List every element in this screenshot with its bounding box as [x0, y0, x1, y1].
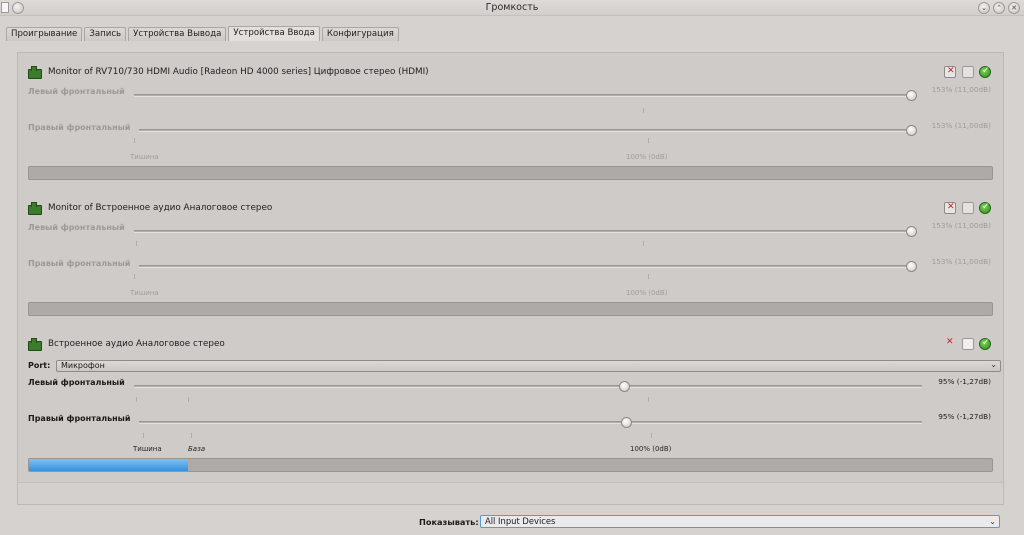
tick-100	[643, 108, 644, 113]
tab-configuration[interactable]: Конфигурация	[321, 27, 399, 41]
tick-silence	[134, 138, 135, 143]
mark-100: 100% (0dB)	[630, 445, 672, 453]
mark-silence: Тишина	[130, 289, 159, 297]
mark-100: 100% (0dB)	[626, 289, 668, 297]
channel-label-right: Правый фронтальный	[28, 123, 131, 132]
volume-slider-right[interactable]	[139, 129, 916, 132]
channel-value-right: 95% (-1,27dB)	[938, 412, 991, 421]
channel-label-left: Левый фронтальный	[28, 223, 125, 232]
device-name: Встроенное аудио Аналоговое стерео	[48, 339, 225, 349]
channel-value-left: 153% (11,00dB)	[931, 85, 991, 94]
volume-slider-left[interactable]	[134, 385, 922, 388]
port-row: Port: Микрофон ⌄	[28, 360, 1001, 372]
mark-silence: Тишина	[133, 445, 162, 453]
set-default-icon[interactable]	[979, 338, 991, 350]
tab-playback[interactable]: Проигрывание	[6, 27, 83, 41]
lock-channels-icon[interactable]	[962, 66, 974, 78]
tick-silence	[134, 274, 135, 279]
channel-label-right: Правый фронтальный	[28, 259, 131, 268]
mark-base: База	[188, 445, 206, 453]
port-label: Port:	[28, 361, 51, 370]
volume-slider-left[interactable]	[134, 230, 916, 233]
close-button[interactable]: ✕	[1008, 2, 1020, 14]
volume-slider-left[interactable]	[134, 94, 916, 97]
mute-toggle-icon[interactable]	[944, 66, 956, 78]
volume-slider-right[interactable]	[139, 265, 916, 268]
volume-slider-handle[interactable]	[621, 417, 632, 428]
maximize-button[interactable]: ⌃	[993, 2, 1005, 14]
tab-bar: Проигрывание Запись Устройства Вывода Ус…	[6, 26, 401, 41]
sound-card-icon	[28, 338, 42, 351]
volume-slider-handle[interactable]	[906, 125, 917, 136]
device-filter-value: All Input Devices	[485, 516, 556, 526]
volume-slider-handle[interactable]	[619, 381, 630, 392]
channel-label-left: Левый фронтальный	[28, 87, 125, 96]
device-filter-row: Показывать: All Input Devices ⌄	[0, 515, 1024, 528]
tab-recording[interactable]: Запись	[84, 27, 127, 41]
window-title: Громкость	[485, 2, 539, 13]
mute-toggle-icon[interactable]	[944, 202, 956, 214]
tick-silence	[136, 397, 137, 402]
device-name: Monitor of RV710/730 HDMI Audio [Radeon …	[48, 67, 429, 77]
level-meter	[28, 458, 993, 472]
volume-slider-handle[interactable]	[906, 261, 917, 272]
tick-silence	[143, 433, 144, 438]
sound-card-icon	[28, 202, 42, 215]
tick-100	[648, 397, 649, 402]
channel-value-left: 95% (-1,27dB)	[938, 377, 991, 386]
tick-base	[191, 433, 192, 438]
chevron-down-icon: ⌄	[990, 360, 997, 369]
show-label: Показывать:	[419, 517, 479, 527]
port-select[interactable]: Микрофон ⌄	[56, 360, 1001, 372]
mark-100: 100% (0dB)	[626, 153, 668, 161]
channel-value-right: 153% (11,00dB)	[931, 121, 991, 130]
port-select-value: Микрофон	[61, 361, 105, 370]
mute-toggle-icon[interactable]	[944, 337, 956, 350]
tick-100	[648, 274, 649, 279]
tab-output-devices[interactable]: Устройства Вывода	[128, 27, 227, 41]
panel-footer	[18, 482, 1003, 504]
tick-silence	[136, 241, 137, 246]
tick-100	[643, 241, 644, 246]
sound-card-icon	[28, 66, 42, 79]
mark-silence: Тишина	[130, 153, 159, 161]
volume-slider-right[interactable]	[139, 421, 922, 424]
tab-input-devices[interactable]: Устройства Ввода	[228, 26, 320, 41]
volume-slider-handle[interactable]	[906, 90, 917, 101]
set-default-icon[interactable]	[979, 66, 991, 78]
device-name: Monitor of Встроенное аудио Аналоговое с…	[48, 203, 273, 213]
devices-panel: Monitor of RV710/730 HDMI Audio [Radeon …	[17, 52, 1004, 505]
level-meter	[28, 302, 993, 316]
lock-channels-icon[interactable]	[962, 338, 974, 350]
channel-label-left: Левый фронтальный	[28, 378, 125, 387]
level-meter	[28, 166, 993, 180]
minimize-button[interactable]: ⌄	[978, 2, 990, 14]
tick-100	[648, 138, 649, 143]
window-titlebar: Громкость ⌄ ⌃ ✕	[0, 0, 1024, 16]
set-default-icon[interactable]	[979, 202, 991, 214]
volume-slider-handle[interactable]	[906, 226, 917, 237]
tick-100	[651, 433, 652, 438]
tick-base	[188, 397, 189, 402]
device-filter-select[interactable]: All Input Devices ⌄	[480, 515, 1000, 528]
channel-value-right: 153% (11,00dB)	[931, 257, 991, 266]
channel-value-left: 153% (11,00dB)	[931, 221, 991, 230]
chevron-down-icon: ⌄	[989, 517, 996, 526]
level-meter-fill	[29, 459, 188, 471]
lock-channels-icon[interactable]	[962, 202, 974, 214]
channel-label-right: Правый фронтальный	[28, 414, 131, 423]
